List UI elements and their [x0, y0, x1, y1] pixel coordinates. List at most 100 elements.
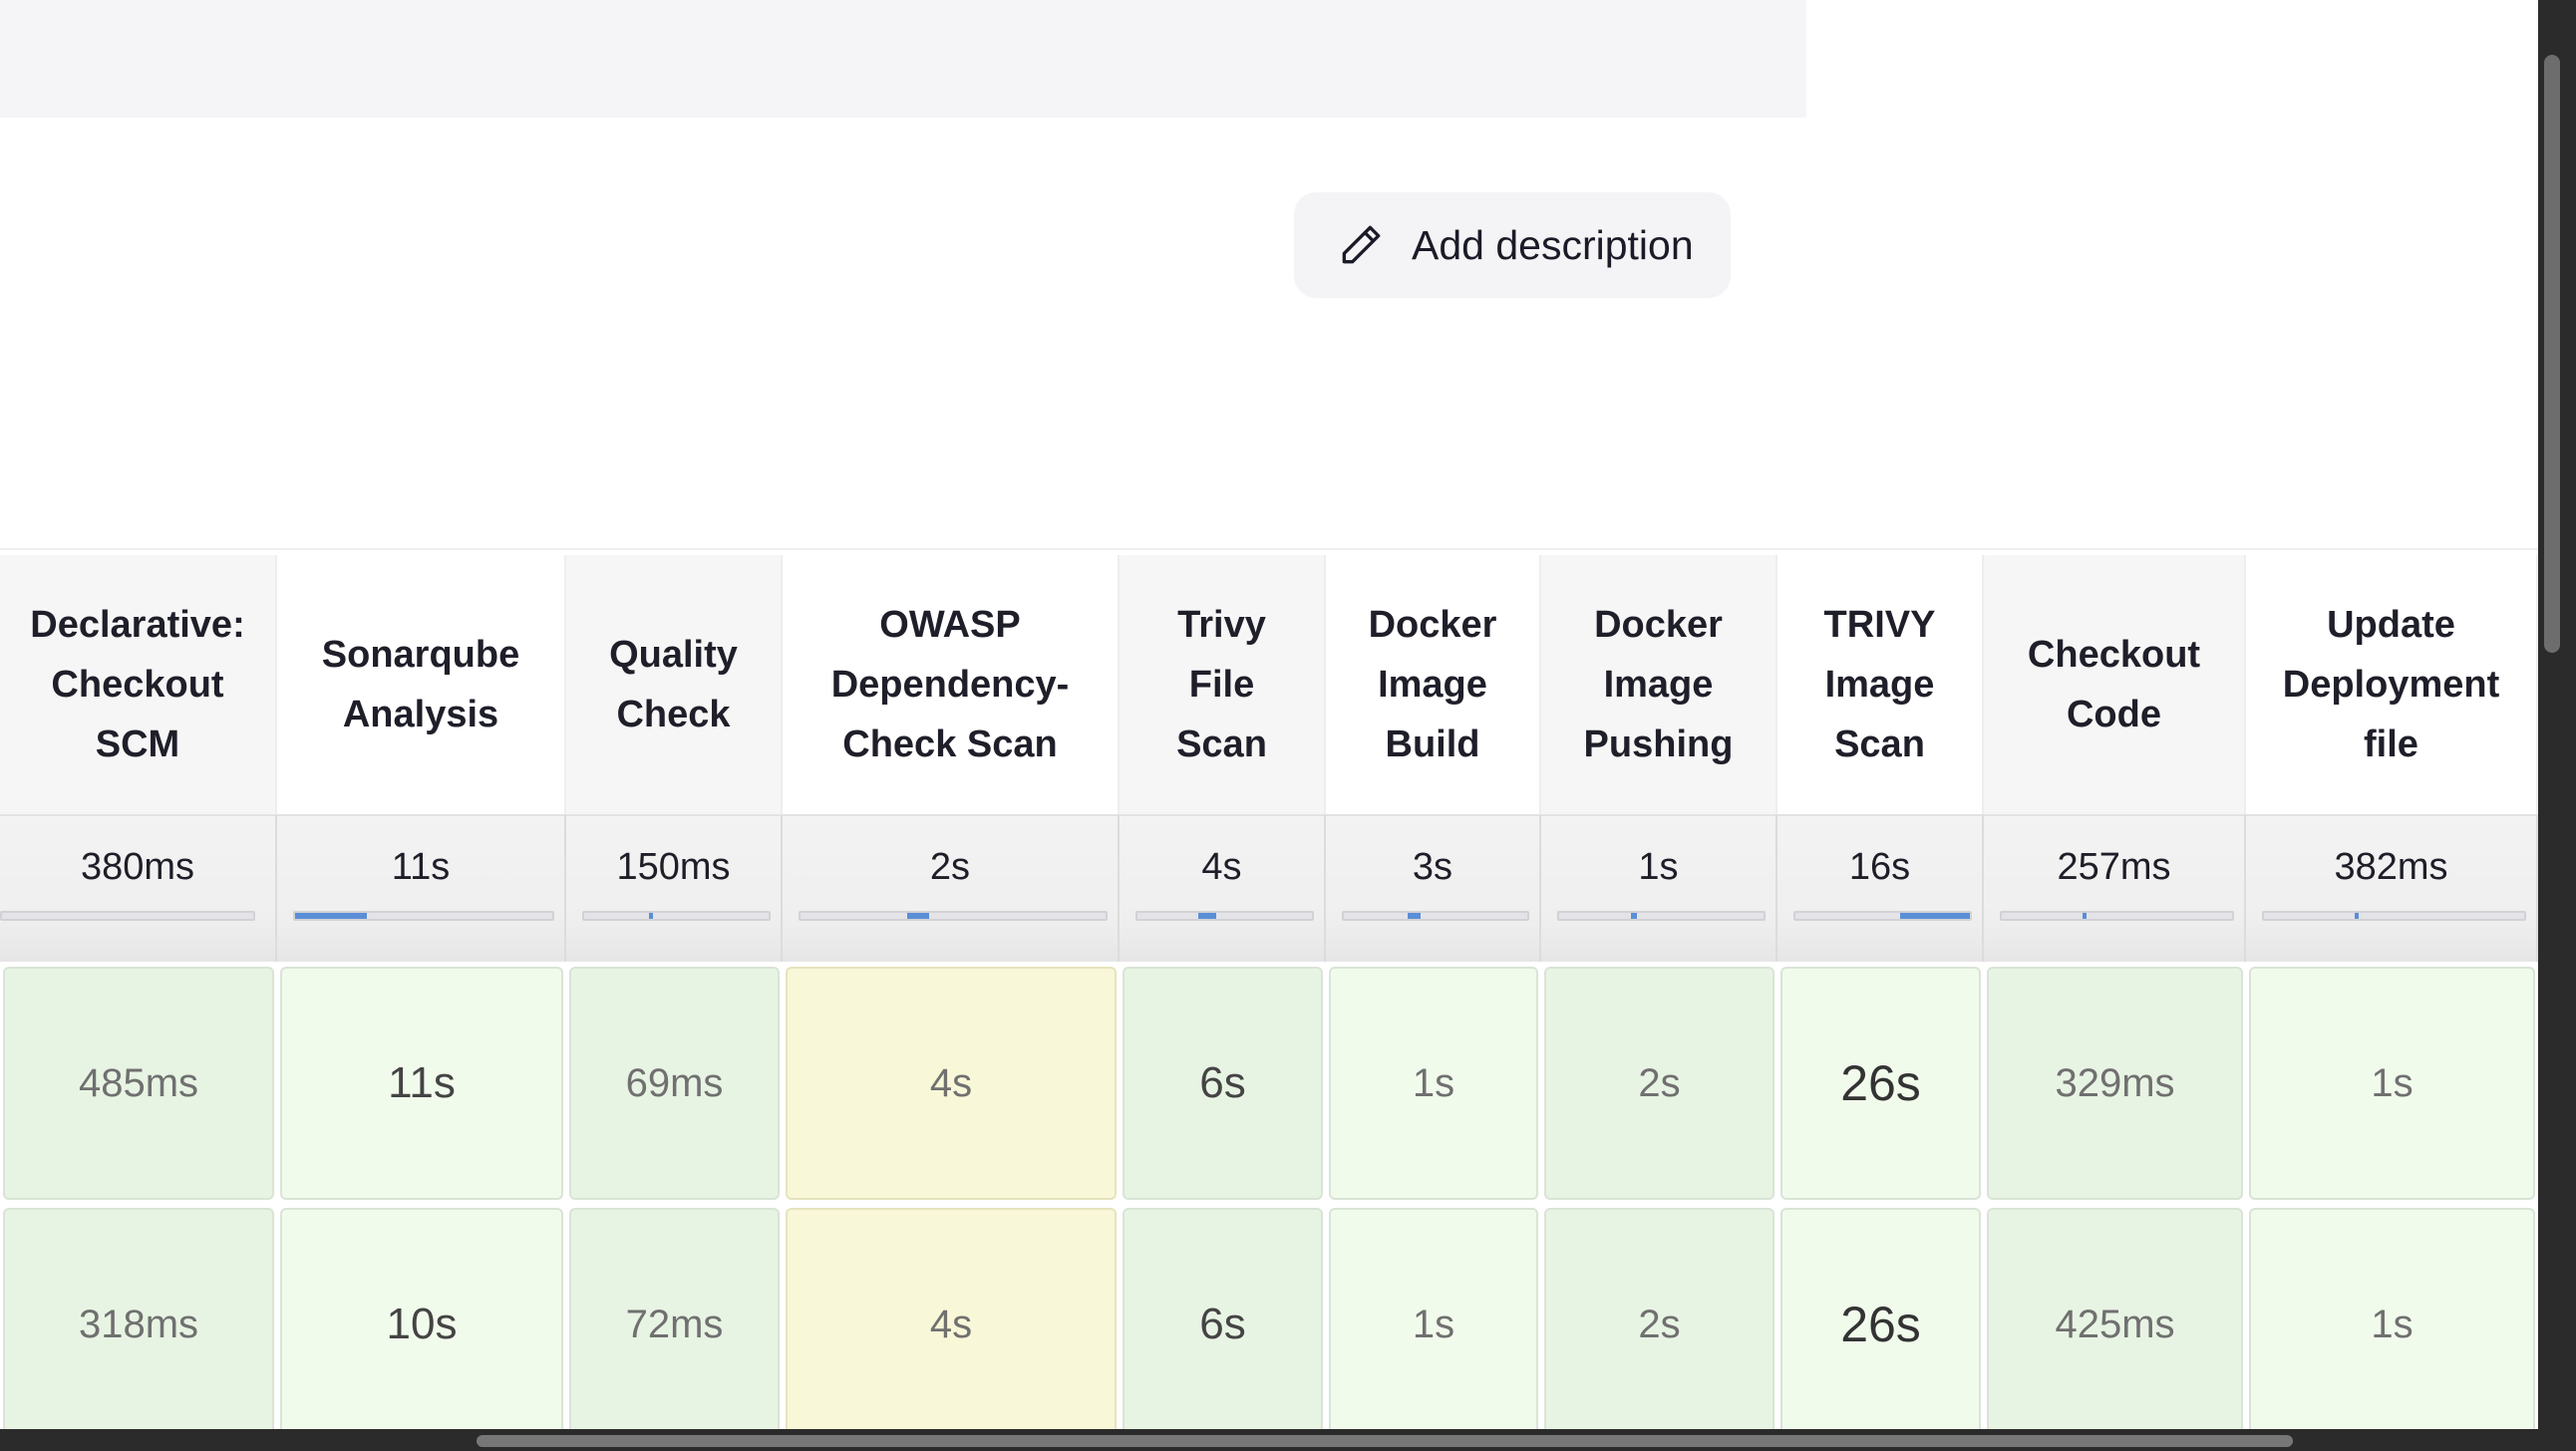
stage-average: 150ms [566, 814, 783, 962]
stage-header: Trivy File Scan [1120, 555, 1326, 814]
add-description-label: Add description [1412, 221, 1694, 268]
stage-header-line: Image [1603, 664, 1714, 706]
header-band [0, 0, 1806, 118]
stage-header-line: Scan [1834, 724, 1925, 765]
stage-header: Docker Image Build [1326, 555, 1541, 814]
stage-duration-bar [1342, 911, 1529, 921]
stage-average: 380ms [0, 814, 277, 962]
stage-duration-bar-fill [2355, 913, 2360, 919]
stage-header-line: Pushing [1583, 724, 1734, 765]
stage-run-cell[interactable]: 26s [1780, 967, 1981, 1200]
stage-duration-bar-fill [1900, 913, 1970, 919]
stage-run-cell[interactable]: 2s [1544, 967, 1774, 1200]
horizontal-scrollbar[interactable] [477, 1435, 2293, 1447]
stage-header-line: Sonarqube [321, 634, 520, 676]
stage-run-cell[interactable]: 4s [786, 1208, 1117, 1429]
stage-average: 3s [1326, 814, 1541, 962]
pencil-icon [1342, 225, 1381, 264]
stage-run-cell[interactable]: 329ms [1987, 967, 2243, 1200]
stage-header-line: Checkout [51, 664, 224, 706]
stage-run-cell[interactable]: 6s [1123, 1208, 1323, 1429]
stage-header-line: SCM [95, 724, 180, 765]
stage-average: 1s [1541, 814, 1777, 962]
stage-duration-bar-fill [907, 913, 929, 919]
stage-duration-bar [2000, 911, 2234, 921]
stage-duration-bar-fill [1198, 913, 1216, 919]
stage-duration-bar [799, 911, 1108, 921]
stage-duration-bar-fill [2082, 913, 2087, 919]
stage-average-time: 1s [1638, 846, 1679, 888]
stage-header-line: Image [1824, 664, 1935, 706]
stage-header-line: Trivy [1177, 604, 1266, 646]
stage-header: Update Deployment file [2246, 555, 2538, 814]
page-viewport: d Add description Declarative:CheckoutSC… [0, 0, 2538, 1429]
stage-average-time: 11s [391, 846, 451, 888]
stage-header-line: file [2364, 724, 2418, 765]
stage-duration-bar [1557, 911, 1766, 921]
stage-header-line: File [1188, 664, 1255, 706]
stage-run-cell[interactable]: 1s [2249, 967, 2535, 1200]
stage-run-cell[interactable]: 1s [2249, 1208, 2535, 1429]
stage-run-cell[interactable]: 6s [1123, 967, 1323, 1200]
stage-run-cell[interactable]: 318ms [3, 1208, 274, 1429]
stage-header: Sonarqube Analysis [277, 555, 566, 814]
stage-average: 16s [1777, 814, 1984, 962]
stage-header-line: Docker [1594, 604, 1723, 646]
stage-header-line: OWASP [879, 604, 1021, 646]
stage-header-line: Analysis [342, 694, 499, 735]
stage-run-cell[interactable]: 1s [1329, 1208, 1538, 1429]
stage-duration-bar-fill [648, 913, 653, 919]
stage-header-line: Update [2327, 604, 2455, 646]
stage-header: Docker Image Pushing [1541, 555, 1777, 814]
stage-run-cell[interactable]: 2s [1544, 1208, 1774, 1429]
stage-run-cell[interactable]: 1s [1329, 967, 1538, 1200]
stage-duration-bar [293, 911, 554, 921]
stage-average-time: 150ms [616, 846, 731, 888]
stage-header-line: Checkout [2027, 634, 2201, 676]
stage-duration-bar [582, 911, 771, 921]
stage-header-line: Code [2066, 694, 2161, 735]
stage-run-cell[interactable]: 72ms [569, 1208, 780, 1429]
stage-run-cell[interactable]: 4s [786, 967, 1117, 1200]
stage-average: 257ms [1984, 814, 2246, 962]
stage-average-time: 380ms [80, 846, 195, 888]
stage-header-line: TRIVY [1823, 604, 1936, 646]
stage-duration-bar [0, 911, 255, 921]
stage-header-line: Check Scan [842, 724, 1058, 765]
stage-duration-bar [1793, 911, 1972, 921]
stage-run-cell[interactable]: 26s [1780, 1208, 1981, 1429]
stage-average-time: 382ms [2334, 846, 2448, 888]
stage-header-line: Image [1378, 664, 1487, 706]
stage-average: 2s [783, 814, 1120, 962]
stage-average: 4s [1120, 814, 1326, 962]
stage-header: Declarative: Checkout SCM [0, 555, 277, 814]
stage-header: OWASP Dependency- Check Scan [783, 555, 1120, 814]
stage-header-line: Dependency- [830, 664, 1070, 706]
stage-run-cell[interactable]: 69ms [569, 967, 780, 1200]
stage-average-time: 4s [1201, 846, 1242, 888]
stage-duration-bar [2262, 911, 2526, 921]
vertical-scrollbar[interactable] [2544, 55, 2560, 653]
stage-average-time: 3s [1412, 846, 1453, 888]
stage-run-cell[interactable]: 425ms [1987, 1208, 2243, 1429]
stage-view-table: Declarative: Checkout SCM 380ms Sonarqube Ana… [0, 548, 2538, 1429]
stage-header-line: Deployment [2282, 664, 2500, 706]
stage-header-line: Docker [1368, 604, 1497, 646]
stage-header-line: Declarative: [30, 604, 245, 646]
add-description-button[interactable]: Add description [1294, 192, 1731, 298]
stage-duration-bar-fill [295, 913, 368, 919]
stage-header: TRIVY Image Scan [1777, 555, 1984, 814]
stage-average: 11s [277, 814, 566, 962]
stage-header: Checkout Code [1984, 555, 2246, 814]
stage-average-time: 257ms [2057, 846, 2171, 888]
stage-average: 382ms [2246, 814, 2538, 962]
stage-header-line: Build [1385, 724, 1480, 765]
stage-run-cell[interactable]: 10s [280, 1208, 563, 1429]
stage-run-cell[interactable]: 485ms [3, 967, 274, 1200]
stage-average-time: 2s [929, 846, 971, 888]
stage-header-line: Scan [1176, 724, 1267, 765]
stage-average-time: 16s [1848, 846, 1911, 888]
stage-run-cell[interactable]: 11s [280, 967, 563, 1200]
stage-duration-bar-fill [1630, 913, 1637, 919]
stage-duration-bar-fill [1408, 913, 1422, 919]
